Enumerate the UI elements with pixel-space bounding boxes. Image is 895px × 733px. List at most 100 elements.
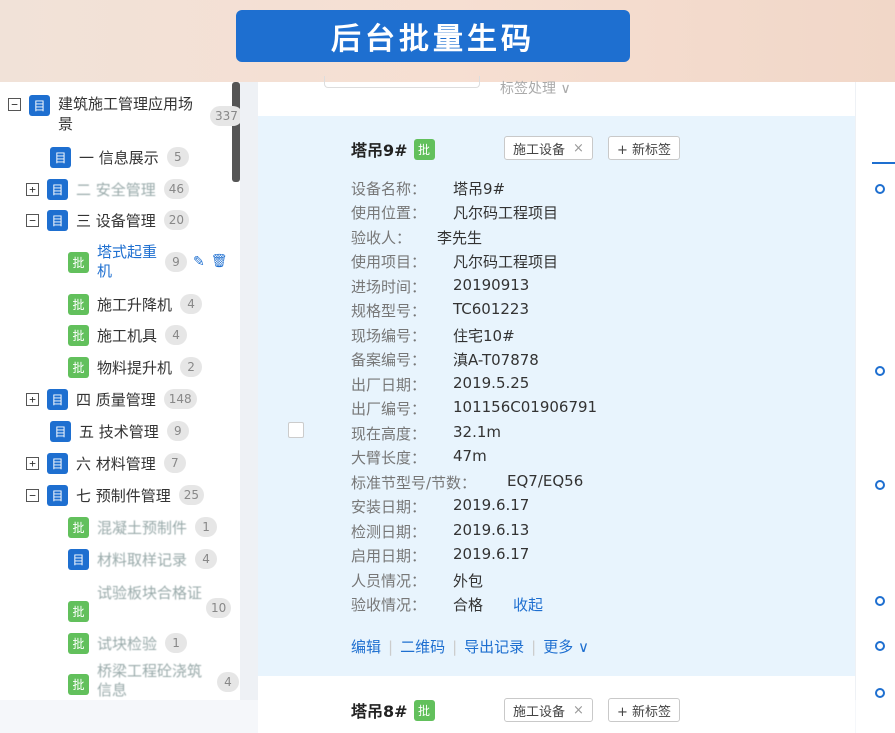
- batch-icon: 批: [68, 516, 89, 538]
- edit-link[interactable]: 编辑: [351, 636, 381, 657]
- field-row: 备案编号： 滇A-T07878: [351, 351, 539, 369]
- tag-filter-dropdown[interactable]: 标签处理 ∨: [500, 78, 571, 98]
- tree-item-certificate[interactable]: 批 试验板块合格证 10: [68, 582, 232, 626]
- timeline-dot: [875, 641, 885, 651]
- catalog-icon: 目: [47, 484, 68, 506]
- close-icon[interactable]: ×: [573, 703, 584, 718]
- catalog-icon: 目: [47, 452, 68, 474]
- tree-count: 4: [217, 672, 239, 692]
- tag-label: 施工设备: [513, 704, 566, 720]
- field-row: 现场编号： 住宅10#: [351, 327, 515, 345]
- tree-root[interactable]: − 目 建筑施工管理应用场景 337: [8, 94, 240, 138]
- tree-count: 337: [210, 106, 240, 126]
- collapse-icon[interactable]: −: [8, 98, 21, 111]
- catalog-icon: 目: [47, 178, 68, 200]
- tree-item-tower-crane[interactable]: 批 塔式起重机 9 ✎ 🗑: [68, 240, 227, 284]
- batch-icon: 批: [413, 138, 435, 160]
- tree-item-tools[interactable]: 批 施工机具 4: [68, 323, 188, 347]
- tree-item-prefab[interactable]: − 目 七 预制件管理 25: [26, 483, 205, 507]
- field-row: 启用日期： 2019.6.17: [351, 545, 530, 565]
- tree-item-label: 一 信息展示: [79, 148, 159, 167]
- collapse-icon[interactable]: −: [26, 488, 39, 502]
- tree-item-label: 材料取样记录: [97, 550, 188, 569]
- field-row: 标准节型号/节数： EQ7/EQ56: [351, 472, 584, 492]
- field-row: 进场时间： 20190913: [351, 276, 530, 296]
- tree-item-materials[interactable]: + 目 六 材料管理 7: [26, 451, 186, 475]
- tree-count: 10: [206, 598, 232, 618]
- tree-item-quality[interactable]: + 目 四 质量管理 148: [26, 387, 197, 411]
- batch-icon: 批: [68, 251, 89, 273]
- divider: |: [388, 637, 394, 656]
- tree-item-info[interactable]: 目 一 信息展示 5: [50, 145, 189, 169]
- field-row: 出厂日期： 2019.5.25: [351, 374, 530, 394]
- expand-icon[interactable]: +: [26, 456, 39, 470]
- tree-item-label: 四 质量管理: [76, 390, 156, 409]
- tree-item-label: 三 设备管理: [76, 211, 156, 230]
- collapse-link[interactable]: 收起: [513, 594, 543, 615]
- expand-icon[interactable]: +: [26, 392, 39, 406]
- timeline-dot: [875, 596, 885, 606]
- divider: |: [452, 637, 458, 656]
- tree-count: 4: [180, 294, 203, 314]
- field-row: 使用位置： 凡尔码工程项目: [351, 204, 559, 222]
- close-icon[interactable]: ×: [573, 141, 584, 156]
- edit-icon[interactable]: ✎: [193, 254, 205, 270]
- tree-item-material-lift[interactable]: 批 物料提升机 2: [68, 355, 203, 379]
- tree-item-bridge[interactable]: 批 桥梁工程砼浇筑信息 4: [68, 662, 239, 700]
- card-title: 塔吊9# 批: [351, 137, 443, 161]
- tree-count: 7: [163, 453, 186, 473]
- tree-count: 4: [195, 549, 218, 569]
- tree-count: 2: [180, 357, 203, 377]
- delete-icon[interactable]: 🗑: [211, 254, 228, 270]
- tree-item-label: 七 预制件管理: [76, 486, 171, 505]
- catalog-icon: 目: [47, 388, 68, 410]
- divider: |: [531, 637, 537, 656]
- export-link[interactable]: 导出记录: [464, 636, 524, 657]
- card-title: 塔吊8# 批: [351, 698, 443, 722]
- field-row: 人员情况： 外包: [351, 572, 484, 590]
- record-card: 塔吊9# 批 施工设备 × + 新标签 设备名称： 塔吊9# 使用位置： 凡尔码工程…: [258, 116, 855, 676]
- timeline-dot: [875, 688, 885, 698]
- tree-item-test-block[interactable]: 批 试块检验 1: [68, 631, 188, 655]
- qrcode-link[interactable]: 二维码: [400, 636, 445, 657]
- tree-item-label: 二 安全管理: [76, 180, 156, 199]
- tree-item-hoist[interactable]: 批 施工升降机 4: [68, 292, 203, 316]
- tree-count: 9: [165, 252, 187, 272]
- tree-item-concrete-prefab[interactable]: 批 混凝土预制件 1: [68, 515, 218, 539]
- tree-item-label: 施工机具: [97, 326, 158, 345]
- field-row: 验收情况： 合格 收起: [351, 594, 544, 615]
- new-tag-button[interactable]: + 新标签: [608, 698, 681, 722]
- expand-icon[interactable]: +: [26, 182, 39, 196]
- tree-item-safety[interactable]: + 目 二 安全管理 46: [26, 177, 190, 201]
- tree-item-sampling[interactable]: 目 材料取样记录 4: [68, 547, 218, 571]
- tree-count: 25: [178, 485, 205, 505]
- tree-item-tech[interactable]: 目 五 技术管理 9: [50, 419, 189, 443]
- tag-pill[interactable]: 施工设备 ×: [504, 136, 593, 160]
- tree-item-label: 桥梁工程砼浇筑信息: [97, 662, 203, 699]
- tag-pill[interactable]: 施工设备 ×: [504, 698, 593, 722]
- tree-count: 20: [163, 210, 190, 230]
- field-row: 使用项目： 凡尔码工程项目: [351, 253, 559, 271]
- tree-item-label: 试验板块合格证: [97, 584, 203, 602]
- batch-icon: 批: [68, 632, 89, 654]
- more-dropdown[interactable]: 更多 ∨: [543, 636, 589, 657]
- collapse-icon[interactable]: −: [26, 213, 39, 227]
- select-checkbox[interactable]: [288, 422, 304, 438]
- tree-count: 5: [166, 147, 189, 167]
- tree-item-label: 试块检验: [97, 634, 158, 653]
- tree-item-label: 塔式起重机: [97, 243, 158, 280]
- tree-count: 4: [165, 325, 188, 345]
- field-row: 现在高度： 32.1m: [351, 423, 502, 443]
- new-tag-button[interactable]: + 新标签: [608, 136, 681, 160]
- batch-icon: 批: [68, 293, 89, 315]
- field-row: 出厂编号： 101156C01906791: [351, 398, 598, 418]
- card-actions: 编辑 | 二维码 | 导出记录 | 更多 ∨: [351, 636, 589, 657]
- tree-item-label: 五 技术管理: [79, 422, 159, 441]
- search-input[interactable]: [324, 76, 480, 88]
- field-row: 大臂长度： 47m: [351, 447, 487, 467]
- tree-count: 46: [163, 179, 190, 199]
- timeline-panel: [856, 82, 895, 733]
- batch-icon: 批: [68, 600, 89, 622]
- field-row: 安装日期： 2019.6.17: [351, 496, 530, 516]
- tree-item-equipment[interactable]: − 目 三 设备管理 20: [26, 208, 190, 232]
